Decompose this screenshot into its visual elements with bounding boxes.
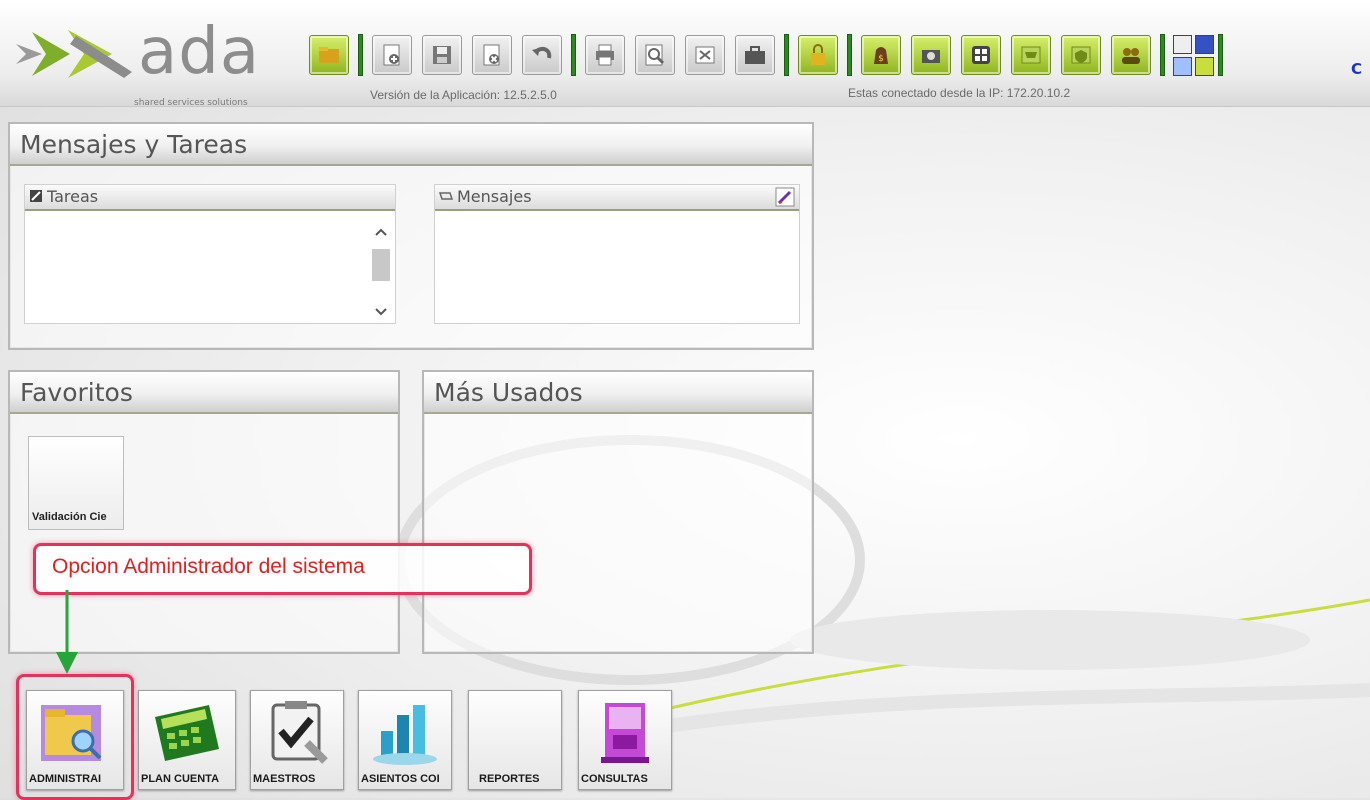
tareas-subpanel: Tareas bbox=[24, 184, 396, 324]
logo-arrows-icon bbox=[16, 30, 132, 78]
users-button[interactable] bbox=[1111, 35, 1151, 75]
folder-button[interactable] bbox=[309, 35, 349, 75]
save-icon bbox=[433, 46, 451, 64]
money-icon: $ bbox=[874, 47, 888, 64]
folder-icon bbox=[319, 47, 339, 63]
mensajes-subpanel: Mensajes bbox=[434, 184, 800, 324]
tareas-scrollbar[interactable] bbox=[371, 221, 391, 321]
print-button[interactable] bbox=[585, 35, 625, 75]
panel-header: Más Usados bbox=[424, 372, 812, 414]
export-icon bbox=[695, 46, 715, 64]
checklist-tools-icon bbox=[271, 701, 328, 764]
toolbar-separator bbox=[1218, 34, 1223, 76]
briefcase-icon bbox=[745, 46, 765, 64]
mensajes-tareas-panel: Mensajes y Tareas Tareas Mensajes bbox=[8, 122, 814, 350]
money-button[interactable]: $ bbox=[861, 35, 901, 75]
panel-title: Mensajes y Tareas bbox=[20, 130, 248, 159]
annotation-text: Opcion Administrador del sistema bbox=[52, 555, 365, 578]
mensajes-title: Mensajes bbox=[457, 187, 532, 206]
toolbar-separator bbox=[784, 34, 789, 76]
bottom-item-label: CONSULTAS bbox=[581, 773, 648, 785]
cart-button[interactable] bbox=[1011, 35, 1051, 75]
bottom-plan-cuenta-button[interactable]: PLAN CUENTA bbox=[138, 690, 236, 790]
ip-info: Estas conectado desde la IP: 172.20.10.2 bbox=[848, 86, 1071, 100]
grid-icon[interactable] bbox=[1195, 34, 1214, 54]
kiosk-icon bbox=[601, 703, 649, 763]
delete-icon bbox=[483, 44, 500, 66]
undo-button[interactable] bbox=[522, 35, 562, 75]
delete-button[interactable] bbox=[472, 35, 512, 75]
bottom-maestros-button[interactable]: MAESTROS bbox=[250, 690, 344, 790]
undo-icon bbox=[532, 46, 552, 59]
favorite-item-label: Validación Cie bbox=[32, 511, 107, 523]
panel-header: Mensajes y Tareas bbox=[10, 124, 812, 166]
mas-usados-panel: Más Usados bbox=[422, 370, 814, 654]
camera-icon bbox=[922, 50, 940, 63]
bottom-reportes-button[interactable]: REPORTES bbox=[468, 690, 562, 790]
tareas-header: Tareas bbox=[25, 185, 395, 211]
truncated-label[interactable]: C bbox=[1351, 60, 1362, 78]
toolbar-separator bbox=[571, 34, 576, 76]
window-icon[interactable] bbox=[1173, 56, 1192, 76]
lock-icon bbox=[811, 44, 825, 65]
lock-button[interactable] bbox=[798, 35, 838, 75]
favorite-item[interactable]: Validación Cie bbox=[28, 436, 124, 530]
calculator-icon bbox=[155, 705, 219, 761]
bottom-item-label: PLAN CUENTA bbox=[141, 773, 220, 785]
header-bar: ada shared services solutions Versión de… bbox=[0, 0, 1370, 108]
briefcase-button[interactable] bbox=[735, 35, 775, 75]
svg-text:$: $ bbox=[878, 54, 884, 64]
preview-icon bbox=[645, 44, 665, 66]
shield-button[interactable] bbox=[1061, 35, 1101, 75]
bottom-asientos-button[interactable]: ASIENTOS COI bbox=[358, 690, 452, 790]
toolbar-separator bbox=[358, 34, 363, 76]
card-icon[interactable] bbox=[1195, 56, 1214, 76]
new-document-icon bbox=[383, 44, 400, 66]
calculator-icon bbox=[972, 46, 990, 64]
bottom-item-label: ASIENTOS COI bbox=[361, 773, 440, 785]
users-icon bbox=[1122, 48, 1140, 64]
toolbar-separator bbox=[1160, 34, 1165, 76]
new-button[interactable] bbox=[372, 35, 412, 75]
tareas-title: Tareas bbox=[47, 187, 99, 206]
list-icon[interactable] bbox=[1173, 34, 1192, 54]
compose-icon[interactable] bbox=[775, 187, 795, 207]
building-chart-icon bbox=[373, 705, 437, 765]
export-button[interactable] bbox=[685, 35, 725, 75]
annotation-arrow-icon bbox=[56, 590, 78, 674]
camera-button[interactable] bbox=[911, 35, 951, 75]
cart-icon bbox=[1021, 46, 1041, 64]
mensajes-header: Mensajes bbox=[435, 185, 799, 211]
main-toolbar: $ bbox=[304, 30, 1227, 80]
ada-logo: ada bbox=[12, 14, 282, 100]
calculator-button[interactable] bbox=[961, 35, 1001, 75]
logo-subtitle: shared services solutions bbox=[134, 98, 248, 108]
panel-title: Más Usados bbox=[434, 378, 583, 407]
save-button[interactable] bbox=[422, 35, 462, 75]
toolbar-separator bbox=[847, 34, 852, 76]
print-icon bbox=[596, 44, 614, 66]
edit-icon bbox=[30, 190, 42, 202]
annotation-callout: Opcion Administrador del sistema bbox=[33, 543, 532, 595]
bottom-highlight-box bbox=[16, 674, 134, 800]
bottom-item-label: MAESTROS bbox=[253, 773, 316, 785]
panel-header: Favoritos bbox=[10, 372, 398, 414]
shield-icon bbox=[1071, 46, 1091, 64]
message-icon bbox=[439, 192, 453, 200]
preview-button[interactable] bbox=[635, 35, 675, 75]
app-version: Versión de la Aplicación: 12.5.2.5.0 bbox=[370, 88, 557, 102]
panel-title: Favoritos bbox=[20, 378, 133, 407]
bottom-item-label: REPORTES bbox=[479, 773, 540, 785]
mini-toolbar bbox=[1173, 34, 1214, 76]
logo-text: ada bbox=[138, 15, 261, 89]
bottom-consultas-button[interactable]: CONSULTAS bbox=[578, 690, 672, 790]
